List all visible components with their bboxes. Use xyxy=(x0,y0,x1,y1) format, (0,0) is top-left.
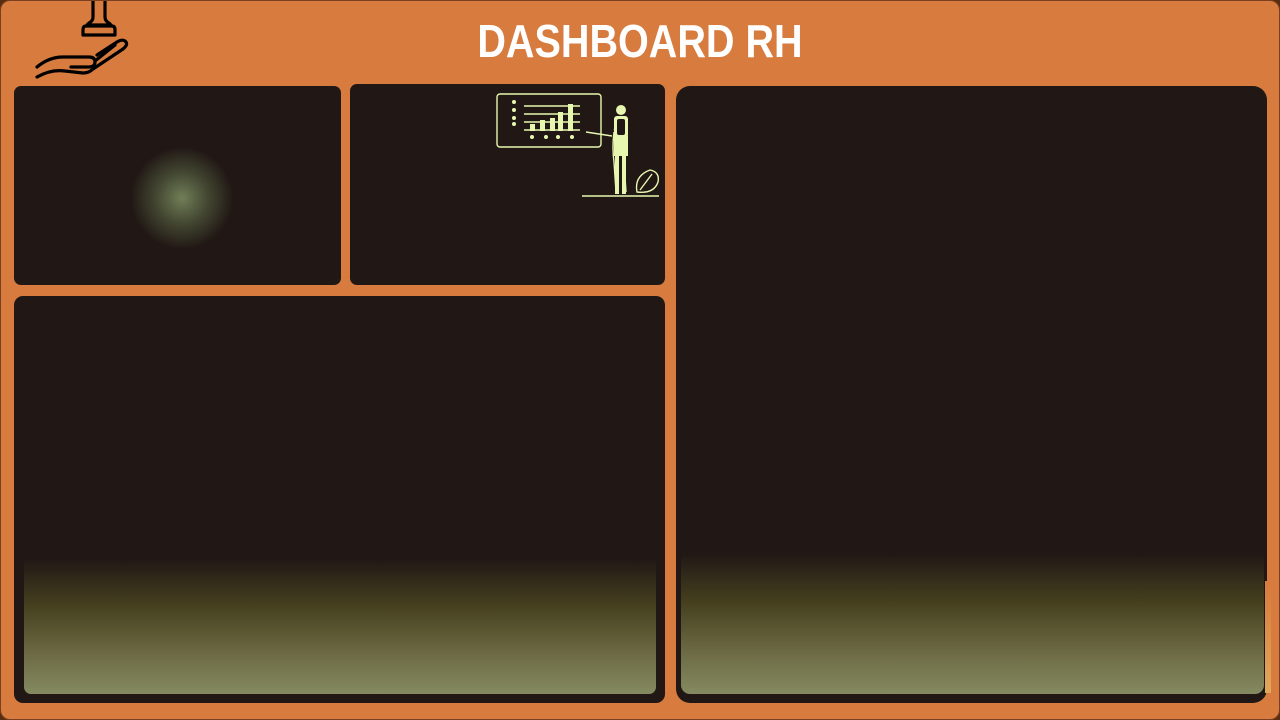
glow-spot xyxy=(122,138,242,258)
presenter-chart-illustration xyxy=(496,93,660,197)
kpi-card-left xyxy=(14,86,341,285)
edge-highlight xyxy=(1265,581,1271,693)
dashboard-frame: DASHBOARD RH xyxy=(0,0,1280,720)
bottom-left-panel xyxy=(14,296,665,703)
right-large-panel xyxy=(676,86,1267,703)
panel-gradient xyxy=(24,559,656,694)
panel-gradient xyxy=(681,554,1264,694)
kpi-card-right xyxy=(350,84,665,285)
page-title: DASHBOARD RH xyxy=(477,15,803,67)
